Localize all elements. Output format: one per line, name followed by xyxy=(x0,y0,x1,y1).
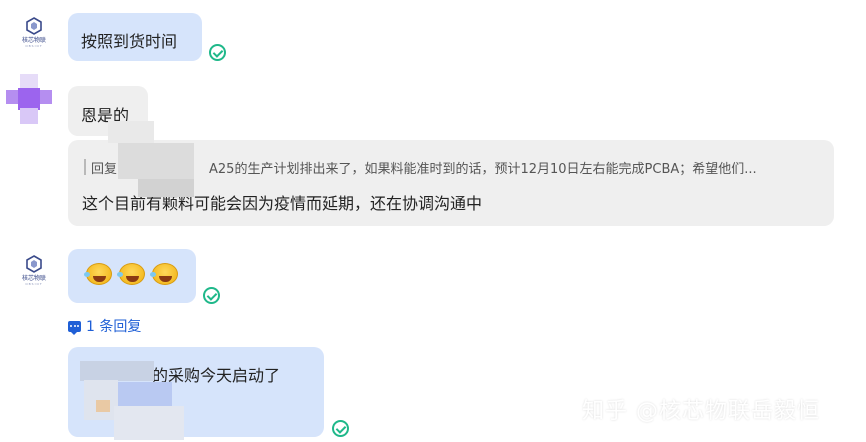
logo-sub: OBSIOT xyxy=(25,282,43,286)
privacy-mosaic xyxy=(118,143,194,179)
company-logo-icon xyxy=(26,17,42,35)
logo-sub: OBSIOT xyxy=(25,44,43,48)
avatar-company-logo[interactable]: 核芯物联 OBSIOT xyxy=(16,14,52,50)
message-bubble[interactable]: 按照到货时间 xyxy=(68,13,202,61)
quote-content: A25的生产计划排出来了，如果料能准时到的话，预计12月10日左右能完成PCBA… xyxy=(209,162,757,177)
privacy-mosaic xyxy=(80,361,154,381)
message-text: 按照到货时间 xyxy=(81,32,178,51)
logo-name: 核芯物联 xyxy=(21,37,46,44)
company-logo-icon xyxy=(26,255,42,273)
read-check-icon xyxy=(203,287,220,304)
privacy-mosaic xyxy=(118,382,172,408)
rofl-emoji-icon xyxy=(150,263,178,285)
view-replies-link[interactable]: 1 条回复 xyxy=(68,316,141,336)
rofl-emoji-icon xyxy=(117,263,145,285)
reply-count-label: 1 条回复 xyxy=(86,319,142,335)
quote-bar xyxy=(84,159,86,175)
quote-prefix: 回复 xyxy=(91,162,118,177)
read-check-icon xyxy=(332,420,349,437)
comment-icon xyxy=(68,320,81,335)
watermark-text: 知乎 @核芯物联岳毅恒 xyxy=(582,399,820,424)
privacy-mosaic xyxy=(108,121,154,143)
privacy-mosaic xyxy=(114,406,184,440)
read-check-icon xyxy=(209,44,226,61)
avatar-company-logo[interactable]: 核芯物联 OBSIOT xyxy=(16,252,52,288)
logo-name: 核芯物联 xyxy=(21,275,46,282)
avatar-user-blurred[interactable] xyxy=(6,74,52,124)
privacy-mosaic xyxy=(96,400,110,412)
privacy-mosaic xyxy=(138,179,194,197)
rofl-emoji-icon xyxy=(84,263,112,285)
